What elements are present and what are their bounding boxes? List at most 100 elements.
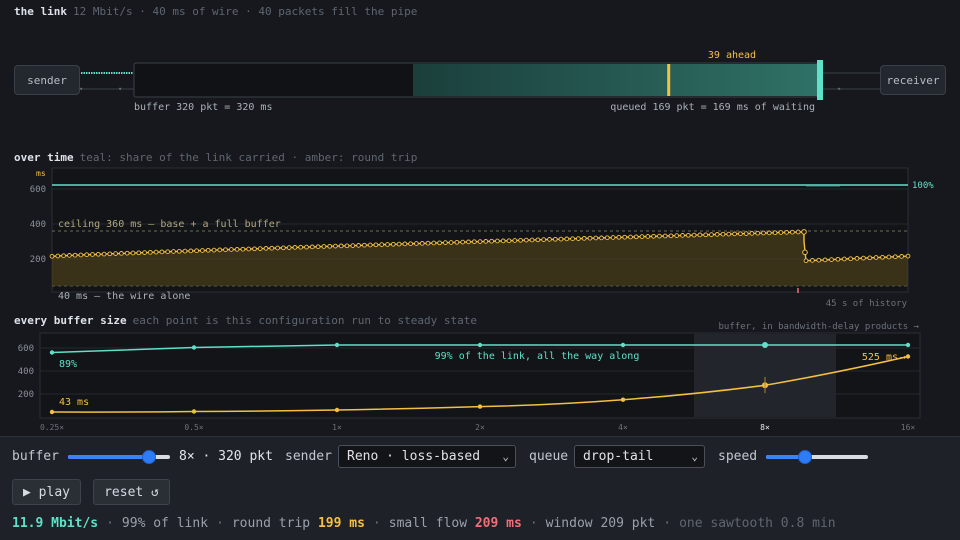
rtt-sample-point xyxy=(217,247,223,253)
share-point xyxy=(191,345,197,350)
rtt-sample-point xyxy=(495,238,500,244)
rtt-sample-point xyxy=(810,258,815,263)
rtt-point xyxy=(620,397,626,402)
rtt-sample-point xyxy=(662,233,668,239)
rtt-sample-point xyxy=(454,239,460,245)
rtt-sample-point xyxy=(795,229,801,235)
over-time-ytick: 400 xyxy=(30,220,46,230)
rtt-sample-point xyxy=(477,239,483,244)
play-button[interactable]: ▶ play xyxy=(12,479,81,505)
rtt-sample-point xyxy=(766,230,772,236)
left-share-label: 89% xyxy=(59,359,77,370)
right-rtt-arrow: → xyxy=(900,352,906,363)
rtt-sample-point xyxy=(680,233,685,238)
rtt-sample-point xyxy=(211,247,217,253)
sender-select-value: Reno · loss-based xyxy=(347,449,481,464)
share-value: 99% of link xyxy=(121,516,209,531)
rtt-sample-point xyxy=(558,236,564,242)
rtt-sample-point xyxy=(124,250,130,256)
over-time-subtitle: teal: share of the link carried · amber:… xyxy=(79,151,418,164)
rtt-sample-point xyxy=(778,230,784,235)
rtt-sample-point xyxy=(460,239,466,245)
every-buffer-axis-note: buffer, in bandwidth-delay products → xyxy=(719,322,920,332)
sender-control-label: sender xyxy=(285,449,332,464)
rtt-sample-point xyxy=(633,234,639,240)
rtt-sample-point xyxy=(240,246,246,252)
rtt-sample-point xyxy=(616,234,622,240)
rtt-sample-point xyxy=(49,253,55,259)
rtt-sample-point xyxy=(147,250,153,255)
share-point xyxy=(49,350,55,355)
rtt-sample-point xyxy=(252,246,257,252)
buffer-slider-thumb[interactable] xyxy=(142,450,157,464)
speed-slider-thumb[interactable] xyxy=(797,450,812,464)
rtt-sample-point xyxy=(755,230,761,236)
rtt-sample-point xyxy=(321,244,327,249)
rtt-sample-point xyxy=(523,237,529,243)
rtt-sample-point xyxy=(570,236,575,242)
rtt-sample-point xyxy=(72,252,78,258)
rtt-sample-point xyxy=(257,246,263,251)
ahead-marker xyxy=(667,64,671,96)
rtt-sample-point xyxy=(362,242,367,248)
rtt-stat-label: round trip xyxy=(231,516,311,531)
over-time-ytick: 600 xyxy=(30,185,46,195)
speed-slider[interactable] xyxy=(766,450,868,464)
rtt-sample-point xyxy=(518,237,523,243)
reset-button[interactable]: reset ↺ xyxy=(93,479,170,505)
rtt-sample-point xyxy=(344,243,350,249)
over-time-unit: ms xyxy=(36,169,46,178)
rtt-sample-point xyxy=(905,253,911,259)
sender-select[interactable]: Reno · loss-based ⌄ xyxy=(338,445,516,468)
rtt-sample-point xyxy=(286,245,292,250)
rtt-sample-point xyxy=(101,251,107,257)
queue-head-edge xyxy=(817,60,823,100)
chevron-down-icon: ⌄ xyxy=(691,450,698,463)
svg-text:▾: ▾ xyxy=(79,85,83,93)
rtt-sample-point xyxy=(861,255,866,261)
share-point xyxy=(477,342,483,348)
rtt-sample-point xyxy=(639,234,645,239)
over-time-chart: ms 600 400 200 ceiling 360 ms — base + a… xyxy=(30,167,934,309)
rtt-sample-point xyxy=(205,247,211,253)
floor-label: 40 ms — the wire alone xyxy=(58,291,190,302)
rtt-sample-point xyxy=(564,236,570,242)
rtt-sample-point xyxy=(113,251,118,256)
rtt-sample-point xyxy=(726,231,732,237)
buffer-slider[interactable] xyxy=(68,450,170,464)
rtt-sample-point xyxy=(281,245,286,251)
rtt-sample-point xyxy=(803,258,809,264)
rtt-sample-point xyxy=(194,248,199,254)
every-buffer-xtick: 0.5× xyxy=(184,423,203,432)
rtt-sample-point xyxy=(408,241,413,247)
ahead-label: 39 ahead xyxy=(708,50,756,61)
queued-label: queued 169 pkt = 169 ms of waiting xyxy=(610,102,815,113)
every-buffer-xtick: 2× xyxy=(475,423,485,432)
every-buffer-xticks: 0.25× 0.5× 1× 2× 4× 8× 16× xyxy=(40,423,915,432)
rtt-sample-point xyxy=(552,236,558,242)
rtt-sample-point xyxy=(390,241,396,247)
rtt-sample-point xyxy=(761,230,766,236)
rtt-sample-point xyxy=(356,243,361,248)
rtt-sample-point xyxy=(835,256,841,262)
queue-select[interactable]: drop-tail ⌄ xyxy=(574,445,705,468)
rtt-sample-point xyxy=(95,251,101,257)
rtt-sample-point xyxy=(790,229,795,235)
rtt-sample-point xyxy=(373,242,379,248)
rtt-sample-point xyxy=(171,249,176,254)
rtt-sample-point xyxy=(593,235,599,241)
rtt-sample-point xyxy=(489,238,494,244)
rtt-sample-point xyxy=(535,237,541,243)
rtt-sample-point xyxy=(471,239,477,245)
rtt-sample-point xyxy=(431,240,437,246)
share-point xyxy=(762,342,768,348)
queue-fill xyxy=(413,64,817,96)
rtt-sample-point xyxy=(200,248,205,253)
rtt-sample-point xyxy=(165,249,171,255)
rtt-sample-point xyxy=(720,231,726,237)
rtt-point xyxy=(49,409,55,415)
every-buffer-chart: buffer, in bandwidth-delay products → 60… xyxy=(18,322,921,432)
rtt-sample-point xyxy=(622,234,628,240)
queue-control-label: queue xyxy=(529,449,569,464)
rtt-sample-point xyxy=(333,243,338,249)
